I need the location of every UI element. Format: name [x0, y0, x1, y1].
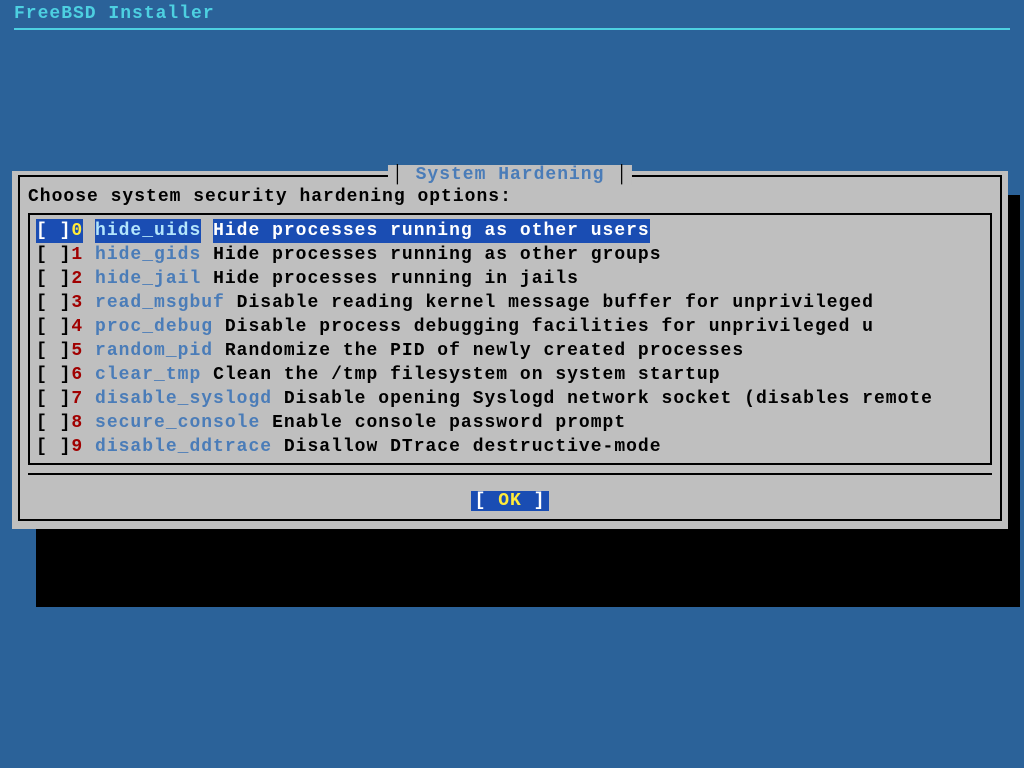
option-description: Disable opening Syslogd network socket (… — [284, 387, 933, 411]
option-description: Enable console password prompt — [272, 411, 626, 435]
option-name: clear_tmp — [95, 363, 201, 387]
option-index: 9 — [71, 435, 83, 459]
option-index: 3 — [71, 291, 83, 315]
option-index: 1 — [71, 243, 83, 267]
options-list: 0 hide_uids Hide processes running as ot… — [28, 213, 992, 465]
option-row-hide_gids[interactable]: 1 hide_gids Hide processes running as ot… — [36, 243, 984, 267]
option-description: Hide processes running in jails — [213, 267, 579, 291]
checkbox-icon[interactable] — [36, 219, 71, 243]
header-divider — [14, 28, 1010, 30]
option-row-read_msgbuf[interactable]: 3 read_msgbuf Disable reading kernel mes… — [36, 291, 984, 315]
option-name: read_msgbuf — [95, 291, 225, 315]
option-description: Disallow DTrace destructive-mode — [284, 435, 662, 459]
option-description: Hide processes running as other groups — [213, 243, 661, 267]
option-row-hide_jail[interactable]: 2 hide_jail Hide processes running in ja… — [36, 267, 984, 291]
ok-button[interactable]: OK — [471, 491, 550, 511]
option-row-secure_console[interactable]: 8 secure_console Enable console password… — [36, 411, 984, 435]
option-description: Clean the /tmp filesystem on system star… — [213, 363, 720, 387]
option-description: Randomize the PID of newly created proce… — [225, 339, 744, 363]
option-index: 7 — [71, 387, 83, 411]
option-name: proc_debug — [95, 315, 213, 339]
option-row-clear_tmp[interactable]: 6 clear_tmp Clean the /tmp filesystem on… — [36, 363, 984, 387]
option-row-random_pid[interactable]: 5 random_pid Randomize the PID of newly … — [36, 339, 984, 363]
option-name: secure_console — [95, 411, 260, 435]
app-title: FreeBSD Installer — [0, 0, 1024, 26]
option-description: Disable process debugging facilities for… — [225, 315, 874, 339]
button-bar: OK — [28, 473, 992, 511]
option-index: 8 — [71, 411, 83, 435]
checkbox-icon[interactable] — [36, 387, 71, 411]
option-name: random_pid — [95, 339, 213, 363]
option-row-hide_uids[interactable]: 0 hide_uids Hide processes running as ot… — [36, 219, 984, 243]
checkbox-icon[interactable] — [36, 267, 71, 291]
option-description: Hide processes running as other users — [213, 219, 650, 243]
dialog-title: System Hardening — [388, 165, 632, 185]
checkbox-icon[interactable] — [36, 339, 71, 363]
option-row-disable_ddtrace[interactable]: 9 disable_ddtrace Disallow DTrace destru… — [36, 435, 984, 459]
option-name: hide_gids — [95, 243, 201, 267]
option-row-proc_debug[interactable]: 4 proc_debug Disable process debugging f… — [36, 315, 984, 339]
option-index: 0 — [71, 219, 83, 243]
checkbox-icon[interactable] — [36, 435, 71, 459]
option-name: hide_jail — [95, 267, 201, 291]
option-index: 6 — [71, 363, 83, 387]
option-name: disable_syslogd — [95, 387, 272, 411]
checkbox-icon[interactable] — [36, 411, 71, 435]
checkbox-icon[interactable] — [36, 243, 71, 267]
checkbox-icon[interactable] — [36, 291, 71, 315]
option-description: Disable reading kernel message buffer fo… — [237, 291, 874, 315]
checkbox-icon[interactable] — [36, 363, 71, 387]
option-index: 2 — [71, 267, 83, 291]
option-index: 5 — [71, 339, 83, 363]
option-name: hide_uids — [95, 219, 201, 243]
option-index: 4 — [71, 315, 83, 339]
hardening-dialog: System Hardening Choose system security … — [12, 171, 1008, 529]
checkbox-icon[interactable] — [36, 315, 71, 339]
option-row-disable_syslogd[interactable]: 7 disable_syslogd Disable opening Syslog… — [36, 387, 984, 411]
dialog-prompt: Choose system security hardening options… — [28, 187, 992, 207]
option-name: disable_ddtrace — [95, 435, 272, 459]
